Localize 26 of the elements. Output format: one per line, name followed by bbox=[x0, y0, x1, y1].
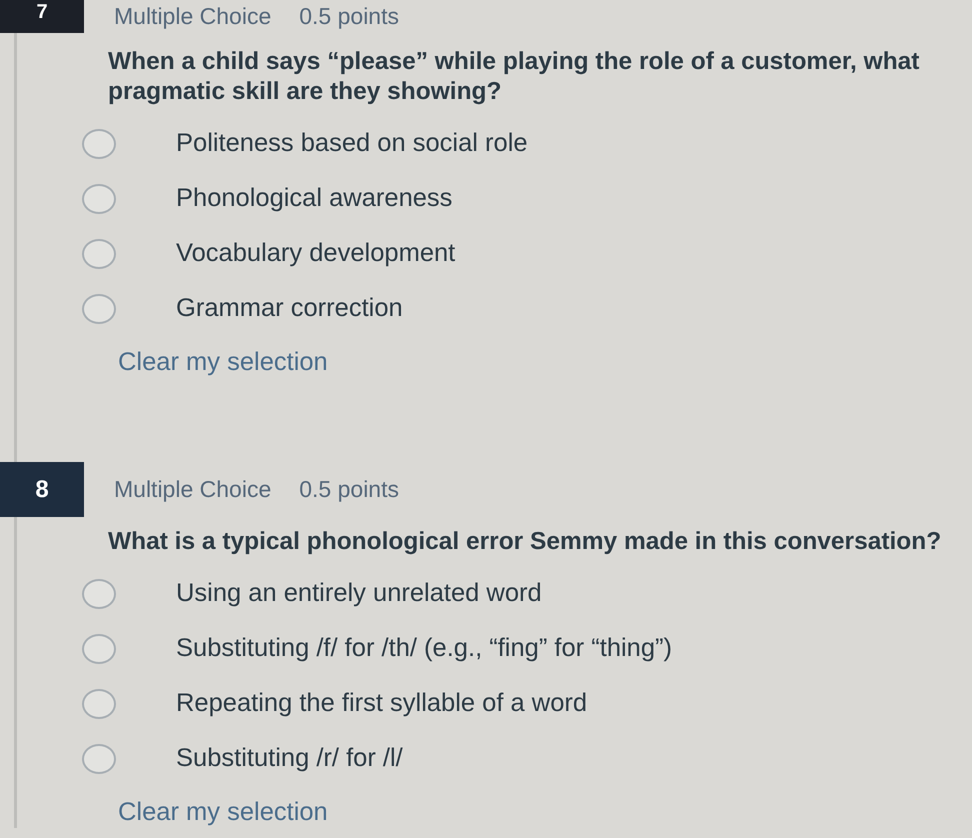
radio-button[interactable] bbox=[82, 128, 116, 158]
radio-button[interactable] bbox=[82, 688, 116, 718]
answer-option-label[interactable]: Phonological awareness bbox=[176, 179, 452, 218]
answer-option-label[interactable]: Substituting /r/ for /l/ bbox=[176, 739, 403, 778]
question-text: What is a typical phonological error Semmy made in this conversation? bbox=[108, 527, 942, 557]
clear-selection-link[interactable]: Clear my selection bbox=[118, 797, 328, 827]
radio-button[interactable] bbox=[82, 294, 116, 324]
answer-option-label[interactable]: Substituting /f/ for /th/ (e.g., “fing” for “thing”) bbox=[176, 629, 672, 668]
answer-option-label[interactable]: Vocabulary development bbox=[176, 234, 456, 273]
answer-option-label[interactable]: Politeness based on social role bbox=[176, 124, 528, 163]
question-points: 0.5 points bbox=[299, 2, 399, 32]
question-type: Multiple Choice bbox=[114, 2, 272, 32]
answer-option-label[interactable]: Using an entirely unrelated word bbox=[176, 574, 542, 613]
question-text: When a child says “please” while playing the role of a customer, what pragmatic skill are they showing? bbox=[108, 47, 920, 107]
question-points: 0.5 points bbox=[299, 475, 399, 504]
radio-button[interactable] bbox=[82, 578, 116, 608]
question-number-badge: 7 bbox=[0, 0, 84, 33]
radio-button[interactable] bbox=[82, 744, 116, 774]
radio-button[interactable] bbox=[82, 634, 116, 664]
radio-button[interactable] bbox=[82, 184, 116, 214]
question-number-badge: 8 bbox=[0, 462, 84, 517]
answer-option-label[interactable]: Grammar correction bbox=[176, 289, 403, 328]
radio-button[interactable] bbox=[82, 238, 116, 268]
answer-option-label[interactable]: Repeating the first syllable of a word bbox=[176, 684, 588, 723]
clear-selection-link[interactable]: Clear my selection bbox=[118, 347, 328, 377]
question-type: Multiple Choice bbox=[114, 475, 272, 504]
